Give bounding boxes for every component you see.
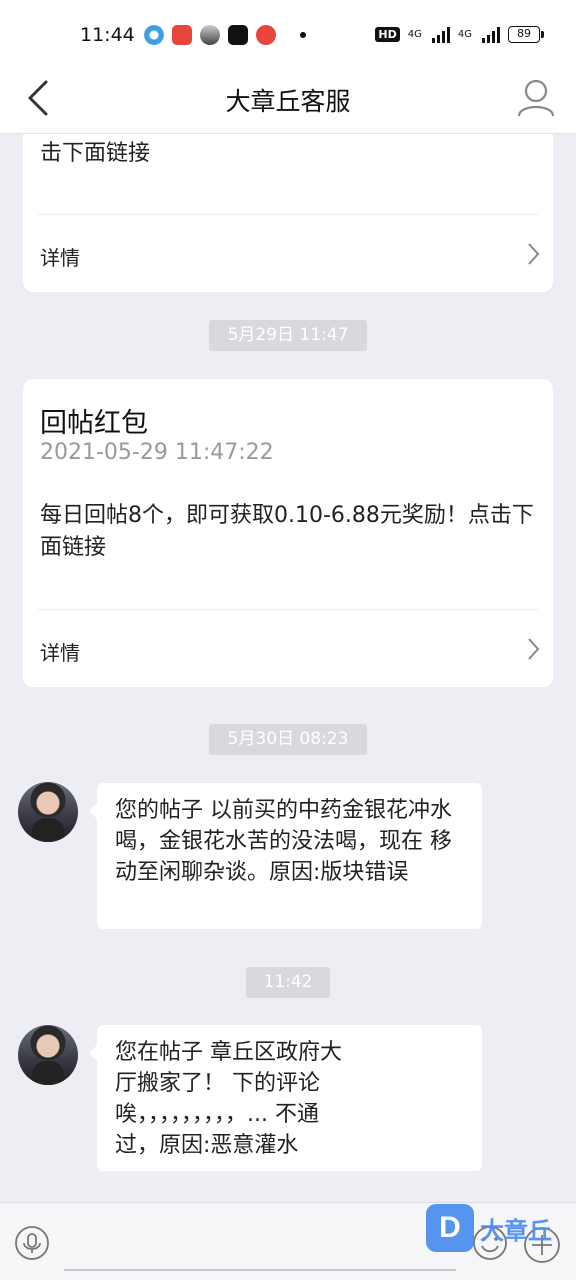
video-icon <box>256 25 276 45</box>
network-label-1: 4G <box>407 29 422 40</box>
timestamp-pill: 11:42 <box>246 967 330 998</box>
network-label-2: 4G <box>457 29 472 40</box>
timestamp-pill: 5月29日 11:47 <box>209 320 367 351</box>
message-text: 您的帖子 以前买的中药金银花冲水喝，金银花水苦的没法喝，现在 移动至闲聊杂谈。原… <box>115 798 452 885</box>
notification-card: 回帖红包 2021-05-29 11:47:22 每日回帖8个，即可获取0.10… <box>23 379 553 687</box>
card-title: 回帖红包 <box>40 408 148 439</box>
title-bar: 大章丘客服 <box>0 68 576 134</box>
notification-card: 击下面链接 详情 <box>23 134 553 292</box>
watermark: D 大章丘 <box>426 1204 552 1252</box>
hd-icon: HD <box>375 27 400 42</box>
user-icon <box>517 79 555 117</box>
status-app-icons <box>144 25 306 45</box>
card-date: 2021-05-29 11:47:22 <box>40 440 274 465</box>
app-icon <box>200 25 220 45</box>
microphone-icon[interactable] <box>14 1225 50 1261</box>
status-indicators: HD 4G 4G 89 <box>375 26 544 43</box>
avatar[interactable] <box>18 782 78 842</box>
avatar[interactable] <box>18 1025 78 1085</box>
message-bubble: 您的帖子 以前买的中药金银花冲水喝，金银花水苦的没法喝，现在 移动至闲聊杂谈。原… <box>89 783 482 929</box>
message-input[interactable] <box>64 1219 456 1271</box>
status-time: 11:44 <box>80 24 135 46</box>
browser-icon <box>144 25 164 45</box>
tiktok-icon <box>228 25 248 45</box>
message-text-line: 过，原因:恶意灌水 <box>115 1133 299 1158</box>
notification-dot-icon <box>300 32 306 38</box>
page-title: 大章丘客服 <box>225 87 351 116</box>
card-divider <box>38 214 538 215</box>
signal-icon-2 <box>482 26 500 43</box>
signal-icon <box>431 26 450 43</box>
card-divider <box>38 609 538 610</box>
message-text-line: 厅搬家了！ 下的评论 <box>115 1071 320 1096</box>
status-bar: 11:44 HD 4G 4G 89 <box>0 0 576 68</box>
chevron-right-icon[interactable] <box>525 242 541 266</box>
details-link[interactable]: 详情 <box>40 637 80 666</box>
card-body-text: 每日回帖8个，即可获取0.10-6.88元奖励！点击下面链接 <box>40 503 534 560</box>
details-link[interactable]: 详情 <box>40 242 80 271</box>
card-body-text: 击下面链接 <box>40 141 151 166</box>
message-bubble: 您在帖子 章丘区政府大 厅搬家了！ 下的评论 唉，，，，，，，，，... 不通 … <box>89 1025 482 1171</box>
watermark-text: 大章丘 <box>480 1216 552 1245</box>
message-text-line: 您在帖子 章丘区政府大 <box>115 1040 342 1065</box>
profile-button[interactable] <box>516 76 556 120</box>
timestamp-pill: 5月30日 08:23 <box>209 724 367 755</box>
watermark-logo: D <box>426 1204 474 1252</box>
chevron-right-icon[interactable] <box>525 637 541 661</box>
toutiao-icon <box>172 25 192 45</box>
battery-icon: 89 <box>508 26 544 43</box>
message-text-line: 唉，，，，，，，，，... 不通 <box>115 1102 319 1127</box>
